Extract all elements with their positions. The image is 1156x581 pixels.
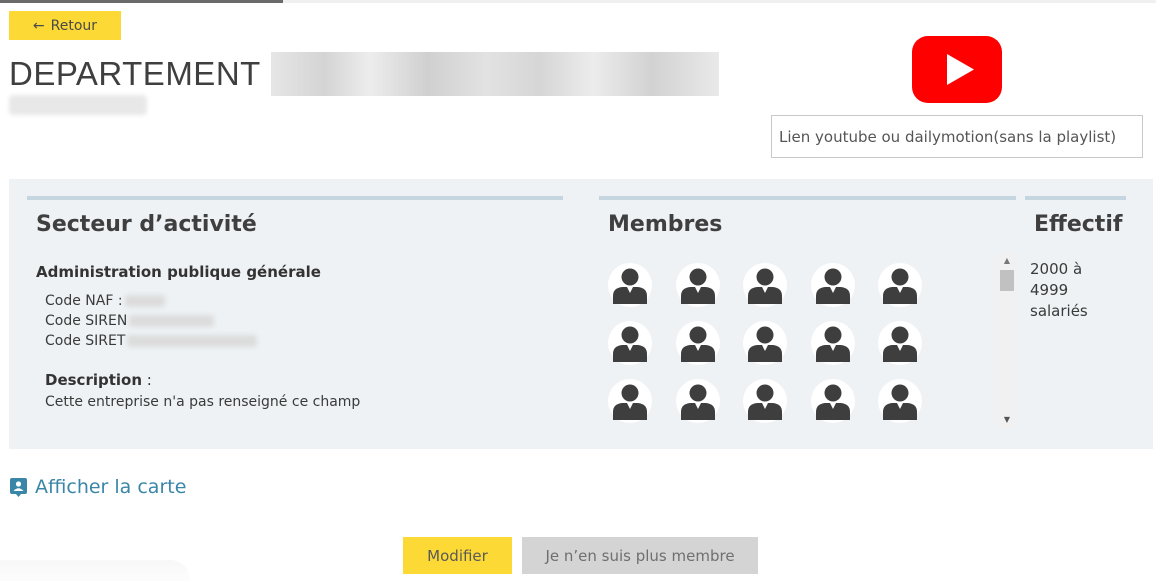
sector-column-bar: [27, 196, 563, 200]
scroll-thumb[interactable]: [1000, 270, 1014, 291]
user-avatar-icon[interactable]: [810, 379, 855, 423]
effectif-line-1: 2000 à: [1030, 260, 1083, 278]
user-avatar-icon[interactable]: [878, 379, 922, 423]
effectif-line-2: 4999: [1030, 281, 1069, 299]
user-avatar-icon[interactable]: [675, 379, 720, 423]
user-avatar-icon[interactable]: [608, 263, 652, 307]
redacted-company-name: [270, 52, 719, 96]
modify-button[interactable]: Modifier: [403, 537, 512, 574]
members-heading: Membres: [608, 212, 723, 237]
back-button[interactable]: ← Retour: [9, 11, 121, 40]
user-avatar-icon[interactable]: [743, 379, 787, 423]
show-map-label: Afficher la carte: [35, 476, 187, 498]
arrow-left-icon: ←: [32, 17, 45, 34]
effectif-value: 2000 à 4999 salariés: [1030, 259, 1130, 322]
decorative-fade: [0, 560, 190, 581]
sector-heading: Secteur d’activité: [36, 212, 257, 237]
user-avatar-icon[interactable]: [810, 263, 855, 307]
user-avatar-icon[interactable]: [743, 321, 787, 365]
user-avatar-icon[interactable]: [878, 263, 922, 307]
user-avatar-icon[interactable]: [810, 321, 855, 365]
redacted-code-siren: [129, 315, 215, 327]
code-siret: Code SIRET: [45, 333, 258, 349]
active-tab-indicator: [0, 0, 283, 3]
user-avatar-icon[interactable]: [608, 379, 652, 423]
description-label: Description :: [45, 371, 152, 389]
description-label-text: Description: [45, 371, 143, 389]
user-avatar-icon[interactable]: [878, 321, 922, 365]
description-label-colon: :: [142, 371, 152, 389]
members-grid: [608, 263, 928, 423]
page-title: DEPARTEMENT: [9, 52, 719, 96]
user-avatar-icon[interactable]: [608, 321, 652, 365]
members-column-bar: [599, 196, 1016, 200]
page-title-text: DEPARTEMENT: [9, 55, 261, 92]
user-avatar-icon[interactable]: [675, 263, 720, 307]
code-siren: Code SIREN: [45, 313, 215, 329]
back-button-label: Retour: [50, 17, 98, 34]
code-siret-label: Code SIRET: [45, 333, 126, 349]
redacted-code-siret: [127, 335, 258, 347]
leave-membership-button[interactable]: Je n’en suis plus membre: [522, 537, 758, 574]
scroll-down-icon[interactable]: ▼: [999, 414, 1015, 426]
sector-name: Administration publique générale: [36, 263, 321, 281]
contact-card-icon: [10, 477, 27, 497]
code-naf-label: Code NAF :: [45, 293, 123, 309]
user-avatar-icon[interactable]: [675, 321, 720, 365]
description-text: Cette entreprise n'a pas renseigné ce ch…: [45, 394, 361, 410]
effectif-column-bar: [1025, 196, 1126, 200]
members-scrollbar[interactable]: ▲ ▼: [999, 253, 1015, 428]
effectif-heading: Effectif: [1034, 212, 1123, 237]
scroll-up-icon[interactable]: ▲: [999, 255, 1015, 267]
video-link-input[interactable]: [771, 115, 1143, 158]
redacted-address: [9, 95, 147, 115]
code-naf: Code NAF :: [45, 293, 165, 309]
effectif-line-3: salariés: [1030, 302, 1088, 320]
youtube-icon[interactable]: [912, 36, 1002, 103]
show-map-link[interactable]: Afficher la carte: [10, 476, 186, 498]
redacted-code-naf: [124, 295, 165, 307]
code-siren-label: Code SIREN: [45, 313, 128, 329]
user-avatar-icon[interactable]: [743, 263, 787, 307]
